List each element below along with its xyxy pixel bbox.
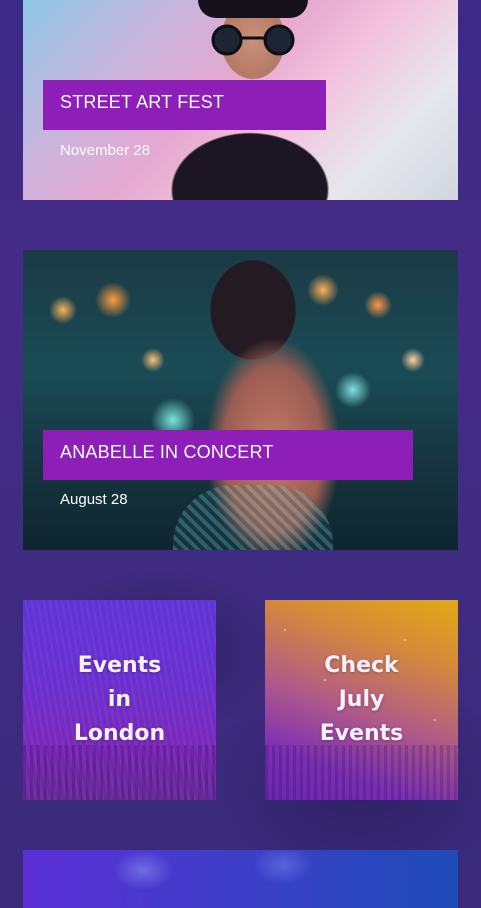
photo-detail xyxy=(173,485,333,550)
crowd-graphic xyxy=(265,745,458,800)
event-date: August 28 xyxy=(60,491,128,508)
tile-check-july-events[interactable]: Check July Events xyxy=(265,600,458,800)
event-card-street-art-fest[interactable]: STREET ART FEST November 28 xyxy=(23,0,458,200)
photo-detail xyxy=(198,0,308,18)
photo-detail xyxy=(211,24,295,56)
tile-label: Events in London xyxy=(73,653,166,746)
event-date: November 28 xyxy=(60,142,151,159)
promo-banner[interactable] xyxy=(23,850,458,908)
event-title[interactable]: ANABELLE IN CONCERT xyxy=(43,430,413,480)
crowd-graphic xyxy=(23,745,216,800)
event-card-anabelle-in-concert[interactable]: ANABELLE IN CONCERT August 28 xyxy=(23,250,458,550)
event-title[interactable]: STREET ART FEST xyxy=(43,80,326,130)
tile-events-in-london[interactable]: Events in London xyxy=(23,600,216,800)
tile-label: Check July Events xyxy=(319,653,404,746)
